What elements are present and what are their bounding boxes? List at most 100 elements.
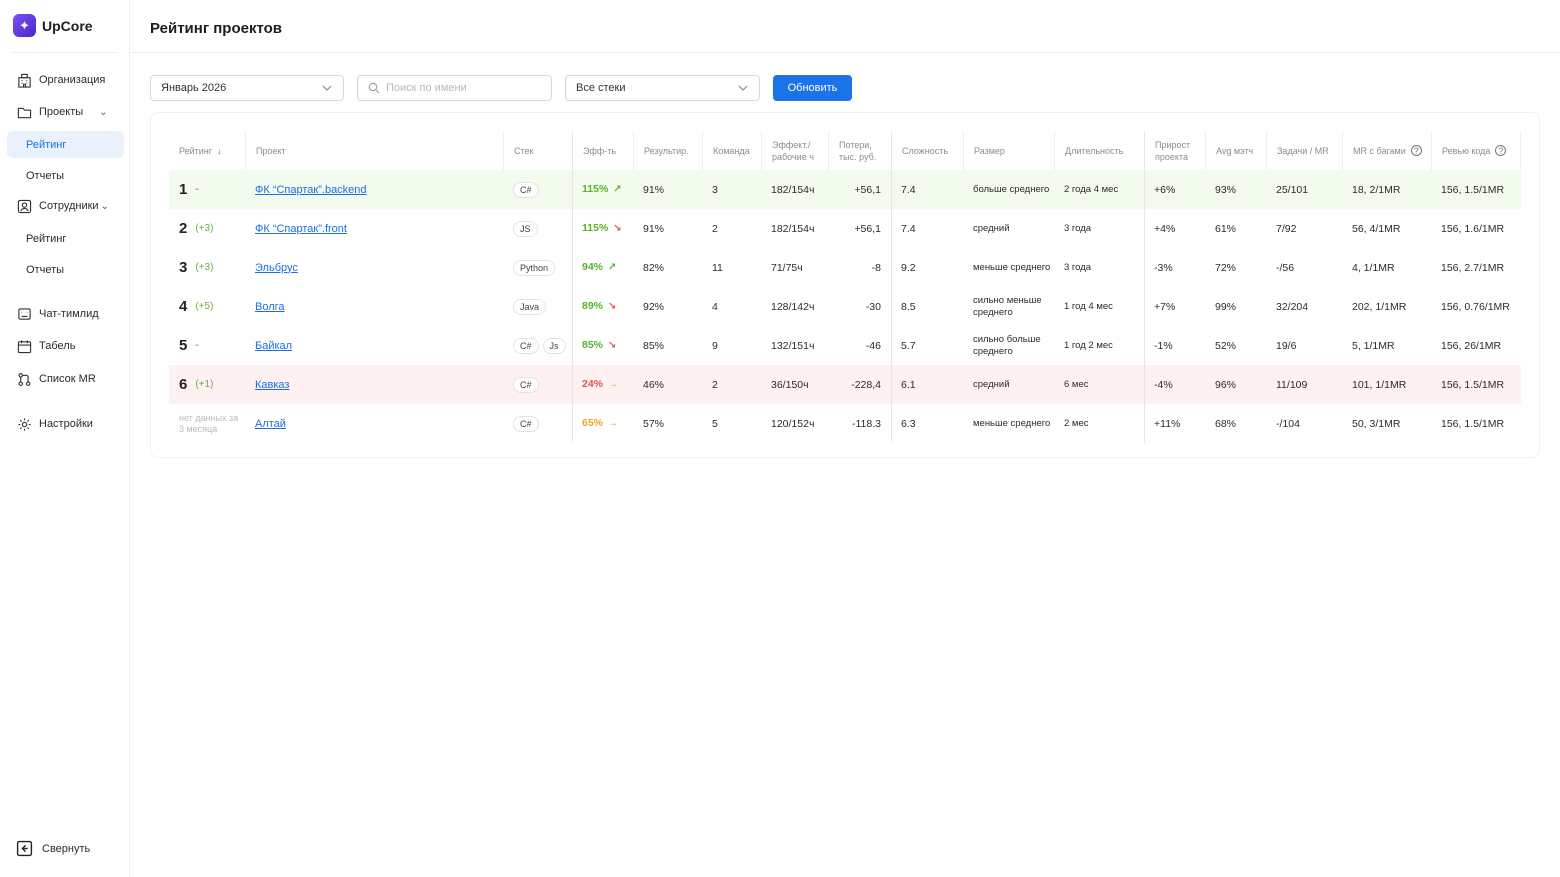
app-logo[interactable]: ✦ UpCore xyxy=(13,14,93,37)
column-divider xyxy=(891,131,892,443)
rank-change: - xyxy=(195,183,199,195)
header-mr-bugs: MR с багами ? xyxy=(1342,131,1431,170)
project-link[interactable]: ФК “Спартак”.front xyxy=(255,223,347,235)
rank-change: (+1) xyxy=(195,378,214,390)
eff-hours-value: 71/75ч xyxy=(771,261,803,274)
sort-arrow-down-icon[interactable]: ↓ xyxy=(217,145,222,157)
chevron-down-icon[interactable]: ⌄ xyxy=(101,201,109,212)
table-row[interactable]: 2 (+3) ФК “Спартак”.front JS 115% ↘ 91% 2 182/15… xyxy=(169,209,1521,248)
cell-eff-hours: 182/154ч xyxy=(761,209,828,248)
help-icon[interactable]: ? xyxy=(1410,145,1422,156)
cell-loss: -30 xyxy=(828,287,891,326)
cell-size: меньше среднего xyxy=(963,404,1054,443)
tasks-value: 7/92 xyxy=(1276,222,1297,235)
collapse-label: Свернуть xyxy=(42,842,91,855)
project-link[interactable]: ФК “Спартак”.backend xyxy=(255,184,367,196)
cell-rank: 2 (+3) xyxy=(169,209,245,248)
cell-eff: 115% ↘ xyxy=(572,209,633,248)
growth-value: -1% xyxy=(1154,339,1173,352)
header-label: Ревью кода xyxy=(1442,145,1491,156)
sidebar-item-mr-list[interactable]: Список MR xyxy=(16,369,96,389)
header-label: Эфф-ть xyxy=(583,145,617,156)
cell-mr-bugs: 56, 4/1MR xyxy=(1342,209,1431,248)
sidebar-item-projects[interactable]: Проекты ⌄ xyxy=(16,102,108,122)
sidebar-item-timesheet[interactable]: Табель xyxy=(16,336,75,356)
result-value: 85% xyxy=(643,339,665,352)
eff-hours-value: 128/142ч xyxy=(771,300,815,313)
cell-stack: C# xyxy=(503,170,572,209)
cell-result: 85% xyxy=(633,326,702,365)
sidebar-item-label: Сотрудники xyxy=(39,200,99,212)
stack-tag: Python xyxy=(513,259,556,276)
header-label: Эффект./ xyxy=(772,139,811,150)
growth-value: -3% xyxy=(1154,261,1173,274)
calendar-icon xyxy=(16,338,33,355)
header-project: Проект xyxy=(245,131,503,170)
sidebar-item-projects-reports[interactable]: Отчеты xyxy=(7,162,124,189)
header-team: Команда xyxy=(702,131,761,170)
mr-bugs-value: 18, 2/1MR xyxy=(1352,183,1401,196)
header-loss: Потери, тыс. руб. xyxy=(828,131,891,170)
gear-icon xyxy=(16,416,33,433)
table-row[interactable]: 4 (+5) Волга Java 89% ↘ 92% 4 128/142ч -30 8.5 силь… xyxy=(169,287,1521,326)
cell-review: 156, 1.6/1MR xyxy=(1431,209,1521,248)
cell-eff: 89% ↘ xyxy=(572,287,633,326)
table-row[interactable]: 3 (+3) Эльбрус Python 94% ↗ 82% 11 71/75ч -8 9.2 ме… xyxy=(169,248,1521,287)
cell-result: 57% xyxy=(633,404,702,443)
cell-project: Байкал xyxy=(245,326,503,365)
sidebar-item-employees-rating[interactable]: Рейтинг xyxy=(7,225,124,252)
cell-eff: 85% ↘ xyxy=(572,326,633,365)
refresh-button[interactable]: Обновить xyxy=(773,75,852,101)
cell-eff: 94% ↗ xyxy=(572,248,633,287)
efficiency-value: 115% xyxy=(582,222,609,234)
period-select[interactable]: Январь 2026 xyxy=(150,75,344,101)
help-icon[interactable]: ? xyxy=(1495,145,1507,156)
sidebar-item-employees-reports[interactable]: Отчеты xyxy=(7,256,124,283)
project-link[interactable]: Кавказ xyxy=(255,379,289,391)
header-rank[interactable]: Рейтинг ↓ xyxy=(169,131,245,170)
trend-up-icon: ↗ xyxy=(608,262,617,273)
cell-loss: -8 xyxy=(828,248,891,287)
cell-project: ФК “Спартак”.front xyxy=(245,209,503,248)
rank-number: 2 xyxy=(179,219,188,237)
search-field[interactable] xyxy=(357,75,552,101)
growth-value: -4% xyxy=(1154,378,1173,391)
collapse-sidebar-button[interactable]: Свернуть xyxy=(16,840,90,857)
table-row[interactable]: 6 (+1) Кавказ C# 24% → 46% 2 36/150ч -228,4 6.1 сре… xyxy=(169,365,1521,404)
cell-team: 4 xyxy=(702,287,761,326)
project-link[interactable]: Волга xyxy=(255,301,285,313)
cell-avg: 96% xyxy=(1205,365,1266,404)
cell-stack: C# xyxy=(503,404,572,443)
loss-value: -118.3 xyxy=(852,417,881,430)
cell-result: 91% xyxy=(633,170,702,209)
sidebar-item-organization[interactable]: Организация xyxy=(16,70,105,90)
cell-tasks: 25/101 xyxy=(1266,170,1342,209)
rank-number: 6 xyxy=(179,375,188,393)
table-row[interactable]: нет данных за 3 месяца Алтай C# 65% → 57% 5 120… xyxy=(169,404,1521,443)
sidebar-item-chat-teamlead[interactable]: Чат-тимлид xyxy=(16,304,99,324)
project-link[interactable]: Алтай xyxy=(255,418,286,430)
cell-tasks: -/56 xyxy=(1266,248,1342,287)
cell-complexity: 9.2 xyxy=(891,248,963,287)
search-input[interactable] xyxy=(386,82,536,94)
result-value: 57% xyxy=(643,417,665,430)
cell-loss: -118.3 xyxy=(828,404,891,443)
size-value: средний xyxy=(973,378,1010,390)
trend-down-icon: ↘ xyxy=(613,223,622,234)
header-duration: Длительность xyxy=(1054,131,1144,170)
table-row[interactable]: 5- Байкал C# Js 85% ↘ 85% 9 132/151ч -46 5.7 сильно… xyxy=(169,326,1521,365)
cell-size: больше среднего xyxy=(963,170,1054,209)
trend-down-icon: ↘ xyxy=(608,301,617,312)
chevron-down-icon[interactable]: ⌄ xyxy=(99,107,107,118)
project-link[interactable]: Эльбрус xyxy=(255,262,298,274)
table-row[interactable]: 1- ФК “Спартак”.backend C# 115% ↗ 91% 3 182/154… xyxy=(169,170,1521,209)
cell-team: 2 xyxy=(702,209,761,248)
cell-mr-bugs: 18, 2/1MR xyxy=(1342,170,1431,209)
project-link[interactable]: Байкал xyxy=(255,340,292,352)
sidebar-item-projects-rating[interactable]: Рейтинг xyxy=(7,131,124,158)
stack-tag: C# xyxy=(513,337,539,354)
user-icon xyxy=(16,198,33,215)
sidebar-item-settings[interactable]: Настройки xyxy=(16,414,93,434)
stack-select[interactable]: Все стеки xyxy=(565,75,760,101)
sidebar-item-employees[interactable]: Сотрудники ⌄ xyxy=(16,196,109,216)
